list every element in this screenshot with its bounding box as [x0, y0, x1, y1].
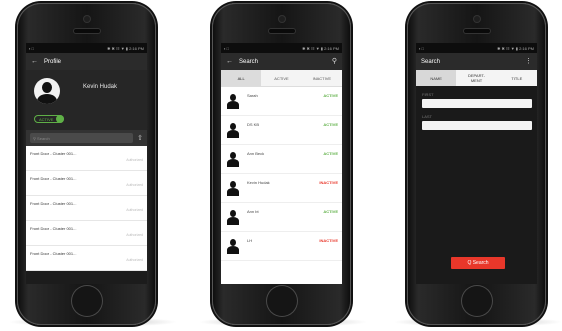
user-row[interactable]: Ann bt ACTIVE	[221, 203, 342, 232]
status-badge: ACTIVE	[323, 93, 338, 98]
status-badge: ACTIVE	[323, 209, 338, 214]
speaker	[268, 29, 295, 33]
status-badge: ACTIVE	[323, 151, 338, 156]
user-row[interactable]: Kevin Hudak INACTIVE	[221, 174, 342, 203]
page-title: Profile	[44, 58, 62, 65]
phone-profile: ▪ □ ✱ ✖ ☷ ▼ ▮ 2:16 PM ← Profile Kevin Hu…	[17, 3, 156, 325]
user-icon	[227, 239, 239, 254]
user-list: Sarah ACTIVE DS KB ACTIVE Ann Beck ACTIVE K…	[221, 87, 342, 284]
tab-inactive[interactable]: INACTIVE	[302, 70, 342, 86]
speaker	[73, 29, 100, 33]
back-arrow-icon[interactable]: ←	[31, 58, 38, 65]
user-icon	[227, 123, 239, 138]
list-item[interactable]: Front Door - Cluster 001... Authorized	[26, 146, 147, 171]
tab-active[interactable]: ACTIVE	[261, 70, 301, 86]
last-name-field[interactable]	[422, 121, 532, 130]
search-screen: ▪ □ ✱ ✖ ☷ ▼ ▮ 2:16 PM ← Search ⚲ ALL ACT…	[221, 43, 342, 284]
page-title: Search	[421, 58, 441, 65]
status-bar: ▪ □ ✱ ✖ ☷ ▼ ▮ 2:16 PM	[26, 43, 147, 53]
user-row[interactable]: DS KB ACTIVE	[221, 116, 342, 145]
home-button[interactable]	[461, 286, 492, 316]
user-icon	[227, 210, 239, 225]
first-name-label: FIRST	[422, 92, 434, 97]
home-button[interactable]	[71, 286, 102, 316]
avatar	[34, 78, 60, 104]
user-icon	[227, 94, 239, 109]
filter-tabs: ALL ACTIVE INACTIVE	[221, 70, 342, 87]
tab-all[interactable]: ALL	[221, 70, 262, 86]
status-badge: INACTIVE	[319, 180, 338, 185]
status-badge: ACTIVE	[323, 122, 338, 127]
user-row[interactable]: Sarah ACTIVE	[221, 87, 342, 116]
search-input[interactable]: ⚲ Search	[30, 133, 134, 143]
tab-title[interactable]: TITLE	[497, 70, 537, 86]
phone-search-form: ▪ □ ✱ ✖ ☷ ▼ ▮ 2:16 PM Search ⋮ NAME DEPA…	[407, 3, 546, 325]
search-icon[interactable]: ⚲	[332, 58, 337, 65]
status-badge: INACTIVE	[319, 238, 338, 243]
tab-department[interactable]: DEPART- MENT	[456, 70, 496, 86]
last-name-label: LAST	[422, 114, 433, 119]
back-arrow-icon[interactable]: ←	[226, 58, 233, 65]
first-name-field[interactable]	[422, 99, 532, 108]
status-bar: ▪ □ ✱ ✖ ☷ ▼ ▮ 2:16 PM	[221, 43, 342, 53]
camera	[83, 16, 90, 22]
home-button[interactable]	[266, 286, 297, 316]
profile-tools: ⚲ Search ⇧	[26, 130, 147, 146]
page-title: Search	[239, 58, 259, 65]
list-item[interactable]: Front Door - Cluster 001... Authorized	[26, 196, 147, 221]
app-bar: Search ⋮	[416, 53, 537, 70]
tab-name[interactable]: NAME	[416, 70, 457, 86]
list-item[interactable]: Front Door - Cluster 001... Authorized	[26, 221, 147, 246]
search-form-screen: ▪ □ ✱ ✖ ☷ ▼ ▮ 2:16 PM Search ⋮ NAME DEPA…	[416, 43, 537, 284]
app-bar: ← Search ⚲	[221, 53, 342, 70]
profile-header: Kevin Hudak ACTIVE	[26, 70, 147, 130]
user-row[interactable]: Ann Beck ACTIVE	[221, 145, 342, 174]
camera	[278, 16, 285, 22]
app-bar: ← Profile	[26, 53, 147, 70]
camera	[473, 16, 480, 22]
search-form: FIRST LAST Q Search	[416, 86, 537, 284]
active-toggle-label: ACTIVE	[39, 116, 54, 122]
status-bar: ▪ □ ✱ ✖ ☷ ▼ ▮ 2:16 PM	[416, 43, 537, 53]
list-item[interactable]: Front Door - Cluster 001... Authorized	[26, 246, 147, 271]
profile-name: Kevin Hudak	[83, 84, 118, 90]
access-list: Front Door - Cluster 001... Authorized Fr…	[26, 146, 147, 271]
user-icon	[227, 152, 239, 167]
user-row[interactable]: LH INACTIVE	[221, 232, 342, 261]
share-icon[interactable]: ⇧	[137, 134, 143, 142]
list-item[interactable]: Front Door - Cluster 001... Authorized	[26, 171, 147, 196]
more-vert-icon[interactable]: ⋮	[525, 58, 532, 65]
speaker	[463, 29, 490, 33]
user-icon	[227, 181, 239, 196]
search-button[interactable]: Q Search	[451, 257, 505, 269]
active-toggle[interactable]: ACTIVE	[34, 115, 64, 123]
search-type-tabs: NAME DEPART- MENT TITLE	[416, 70, 537, 86]
profile-screen: ▪ □ ✱ ✖ ☷ ▼ ▮ 2:16 PM ← Profile Kevin Hu…	[26, 43, 147, 284]
phone-search-list: ▪ □ ✱ ✖ ☷ ▼ ▮ 2:16 PM ← Search ⚲ ALL ACT…	[212, 3, 351, 325]
toggle-knob	[56, 115, 64, 123]
